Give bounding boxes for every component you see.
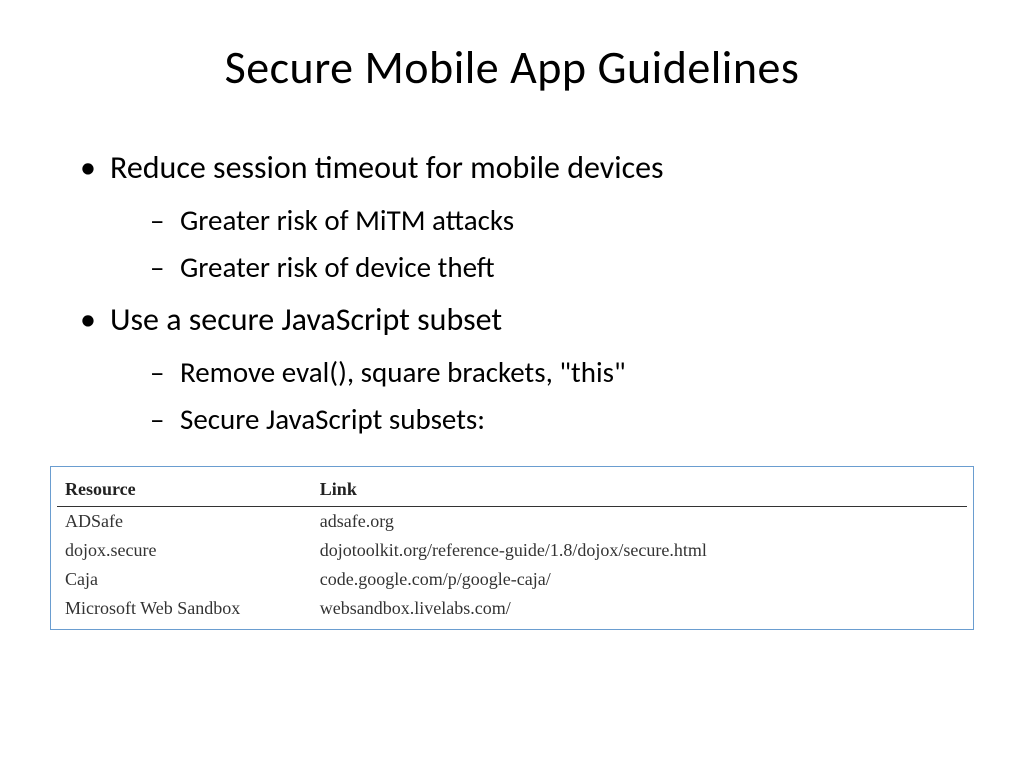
table-header-link: Link (312, 473, 967, 507)
bullet-item: Reduce session timeout for mobile device… (80, 146, 974, 290)
table-cell-resource: Caja (57, 565, 312, 594)
table-header-resource: Resource (57, 473, 312, 507)
sub-item: Greater risk of MiTM attacks (150, 199, 974, 243)
sub-item: Secure JavaScript subsets: (150, 398, 974, 442)
table-row: ADSafe adsafe.org (57, 506, 967, 536)
table-cell-link: adsafe.org (312, 506, 967, 536)
table-cell-link: dojotoolkit.org/reference-guide/1.8/dojo… (312, 536, 967, 565)
table-header-row: Resource Link (57, 473, 967, 507)
resource-table: Resource Link ADSafe adsafe.org dojox.se… (57, 473, 967, 623)
table-cell-link: websandbox.livelabs.com/ (312, 594, 967, 623)
bullet-list: Reduce session timeout for mobile device… (50, 146, 974, 442)
table-cell-resource: ADSafe (57, 506, 312, 536)
table-cell-resource: dojox.secure (57, 536, 312, 565)
table-row: Microsoft Web Sandbox websandbox.livelab… (57, 594, 967, 623)
table-row: dojox.secure dojotoolkit.org/reference-g… (57, 536, 967, 565)
slide: Secure Mobile App Guidelines Reduce sess… (0, 0, 1024, 670)
bullet-item: Use a secure JavaScript subset Remove ev… (80, 298, 974, 442)
bullet-text: Reduce session timeout for mobile device… (110, 148, 664, 187)
table-row: Caja code.google.com/p/google-caja/ (57, 565, 967, 594)
sub-item: Greater risk of device theft (150, 246, 974, 290)
sub-list: Greater risk of MiTM attacks Greater ris… (110, 199, 974, 290)
table-cell-link: code.google.com/p/google-caja/ (312, 565, 967, 594)
table-cell-resource: Microsoft Web Sandbox (57, 594, 312, 623)
sub-list: Remove eval(), square brackets, "this" S… (110, 351, 974, 442)
slide-title: Secure Mobile App Guidelines (50, 40, 974, 96)
table-container: Resource Link ADSafe adsafe.org dojox.se… (50, 466, 974, 630)
bullet-text: Use a secure JavaScript subset (110, 300, 502, 339)
sub-item: Remove eval(), square brackets, "this" (150, 351, 974, 395)
